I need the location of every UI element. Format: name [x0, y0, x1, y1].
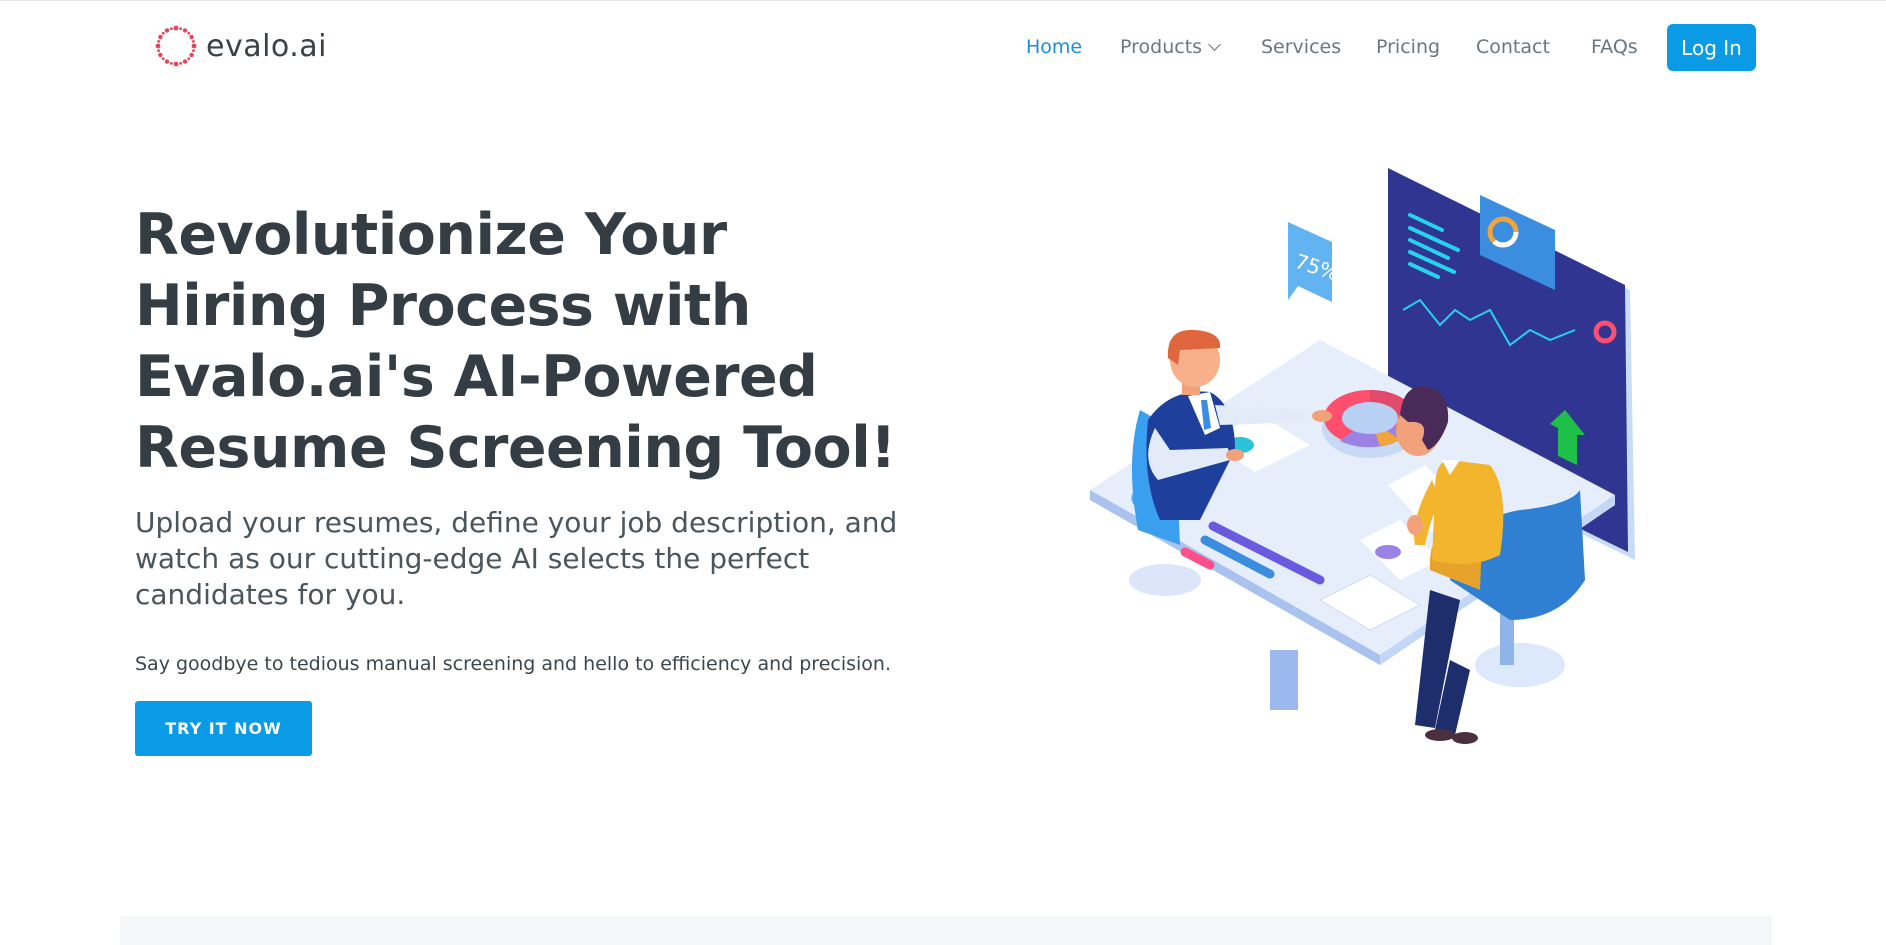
nav-services[interactable]: Services [1261, 36, 1341, 58]
nav-faqs[interactable]: FAQs [1591, 36, 1638, 58]
hero-title: Revolutionize Your Hiring Process with E… [135, 202, 896, 481]
logo-icon [155, 25, 197, 67]
hero-subtitle: Upload your resumes, define your job des… [135, 506, 898, 611]
hero-tagline: Say goodbye to tedious manual screening … [135, 653, 892, 675]
hero-illustration: 75% [1090, 168, 1635, 744]
percentage-bubble: 75% [1288, 222, 1342, 302]
nav-pricing[interactable]: Pricing [1376, 36, 1440, 58]
nav-products[interactable]: Products [1120, 36, 1221, 58]
next-section-strip [120, 916, 1772, 945]
brand-name: evalo.ai [206, 28, 328, 64]
try-it-now-button[interactable]: TRY IT NOW [135, 701, 312, 756]
chevron-down-icon [1208, 38, 1221, 51]
nav-home[interactable]: Home [1026, 36, 1082, 58]
site-header: evalo.ai Home Products Services Pricing … [0, 0, 1886, 96]
login-button[interactable]: Log In [1667, 24, 1756, 71]
nav-products-label: Products [1120, 36, 1203, 58]
brand-logo[interactable]: evalo.ai [154, 24, 327, 68]
nav-contact[interactable]: Contact [1476, 36, 1550, 58]
